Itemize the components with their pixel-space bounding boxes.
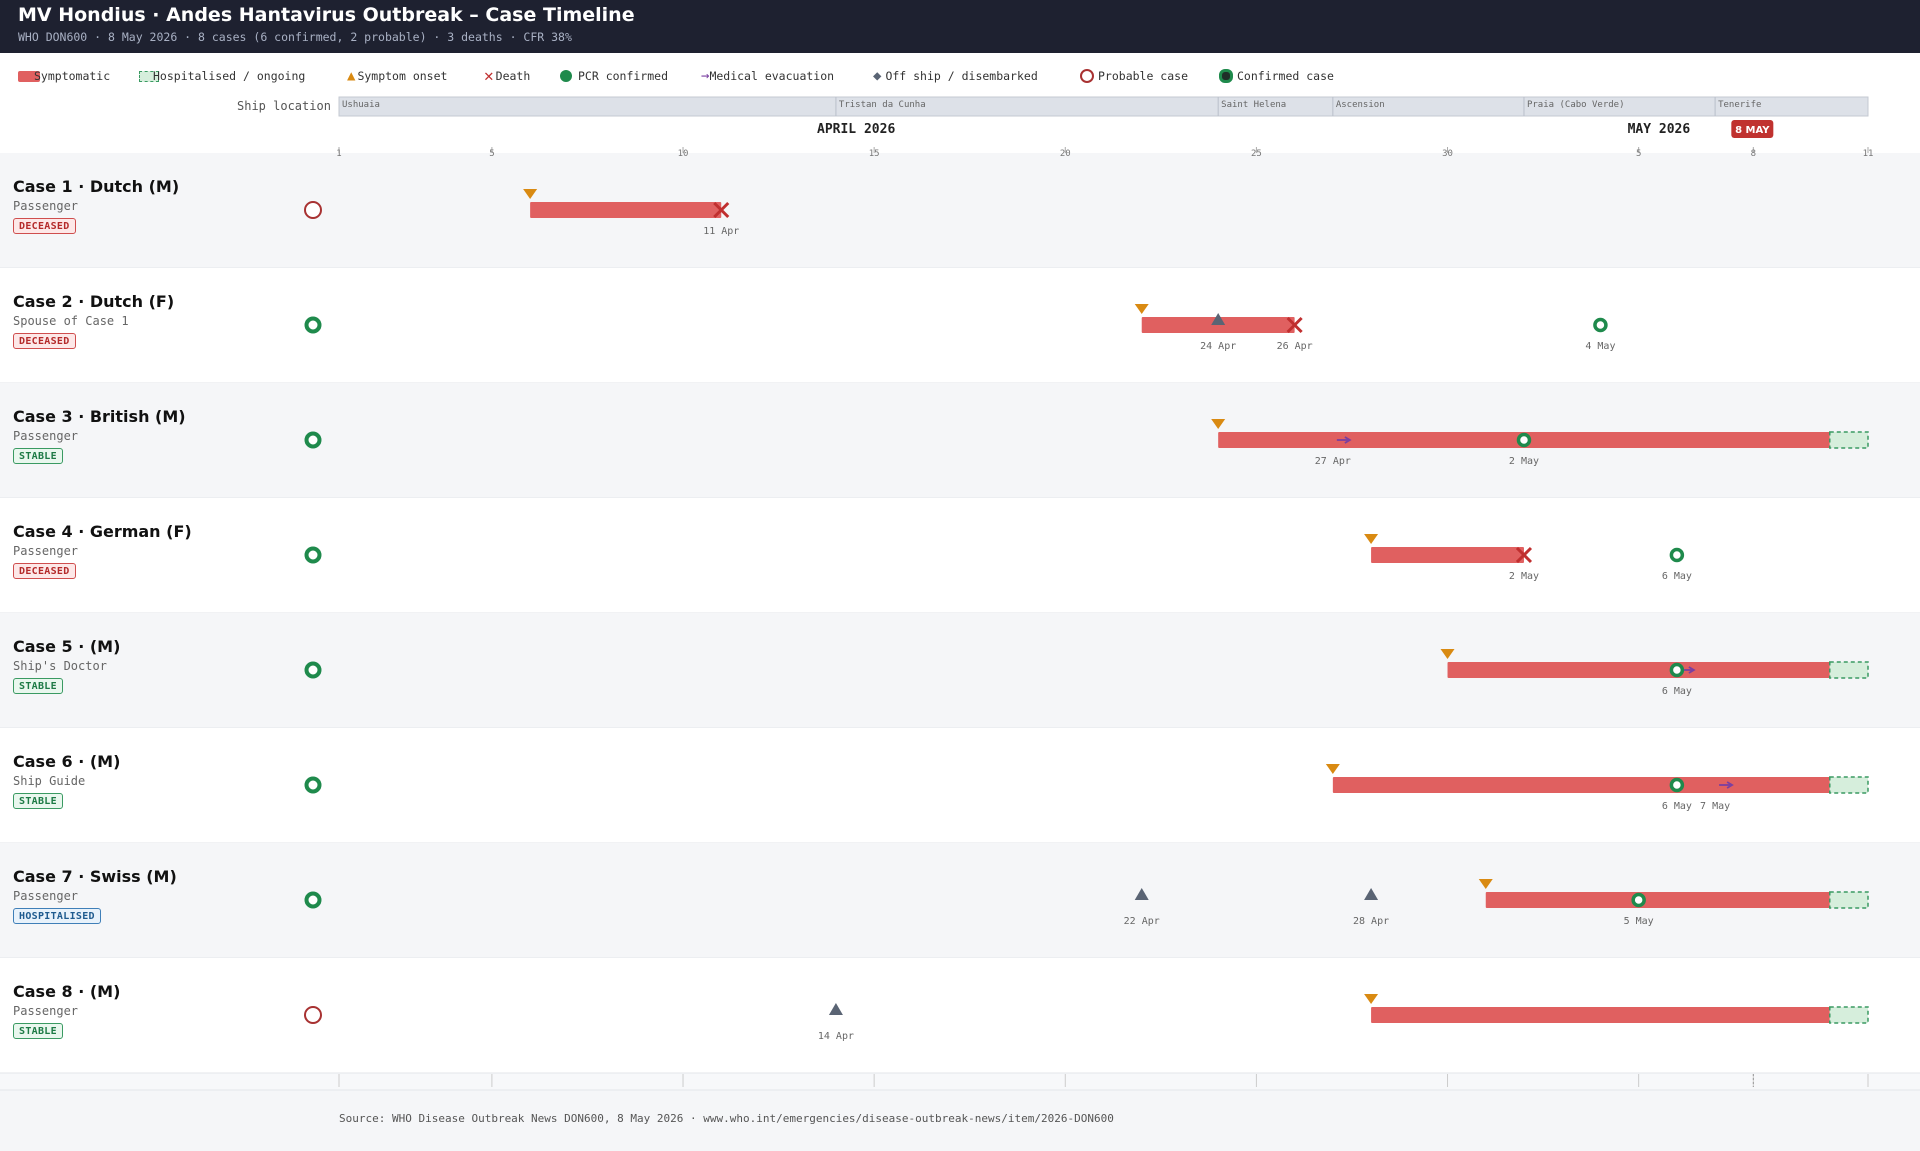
status-badge: STABLE: [13, 448, 63, 464]
status-badge: DECEASED: [13, 333, 76, 349]
status-badge: DECEASED: [13, 218, 76, 234]
pcr-marker: [1631, 892, 1646, 908]
case-role: Spouse of Case 1: [13, 314, 129, 328]
row-background: [0, 153, 1920, 268]
case-title: Case 4 · German (F): [13, 522, 192, 541]
symptomatic-bar: [1485, 892, 1830, 908]
ongoing-bar: [1829, 661, 1869, 679]
symptomatic-bar: [530, 202, 722, 218]
ship-location-band: [338, 96, 1869, 117]
probable-case-marker: [304, 201, 322, 219]
ongoing-bar: [1829, 776, 1869, 794]
case-title: Case 8 · (M): [13, 982, 121, 1001]
source-note: Source: WHO Disease Outbreak News DON600…: [339, 1112, 1114, 1125]
tick-label: 5: [489, 149, 494, 159]
event-date-label: 2 May: [1509, 456, 1539, 467]
tick-label: 30: [1442, 149, 1453, 159]
month-label: MAY 2026: [1628, 122, 1691, 137]
pcr-marker: [1516, 432, 1532, 448]
event-date-label: 11 Apr: [703, 226, 739, 237]
case-title: Case 7 · Swiss (M): [13, 867, 177, 886]
event-date-label: 14 Apr: [818, 1031, 854, 1042]
tick-label: 1: [336, 149, 341, 159]
event-date-label: 26 Apr: [1277, 341, 1313, 352]
month-label: APRIL 2026: [817, 122, 895, 137]
pcr-marker: [1669, 547, 1685, 563]
status-badge: STABLE: [13, 1023, 63, 1039]
ongoing-bar: [1829, 891, 1869, 909]
case-role: Passenger: [13, 889, 79, 903]
case-role: Passenger: [13, 199, 79, 213]
pcr-marker: [1593, 317, 1608, 333]
case-title: Case 2 · Dutch (F): [13, 292, 175, 311]
ship-location-name: Praia (Cabo Verde): [1527, 100, 1625, 110]
case-role: Passenger: [13, 1004, 79, 1018]
case-role: Passenger: [13, 429, 79, 443]
ship-location-name: Saint Helena: [1221, 100, 1286, 110]
pcr-marker: [1669, 662, 1685, 678]
ship-location-name: Tristan da Cunha: [839, 100, 926, 110]
probable-case-marker: [304, 1006, 322, 1024]
case-role: Ship's Doctor: [13, 659, 107, 673]
confirmed-case-marker: [304, 661, 322, 679]
case-title: Case 5 · (M): [13, 637, 121, 656]
event-date-label: 27 Apr: [1315, 456, 1351, 467]
tick-label: 20: [1060, 149, 1071, 159]
case-role: Passenger: [13, 544, 79, 558]
confirmed-case-marker: [304, 316, 322, 334]
tick-label: 15: [869, 149, 880, 159]
case-title: Case 1 · Dutch (M): [13, 177, 180, 196]
event-date-label: 5 May: [1624, 916, 1654, 927]
case-title: Case 3 · British (M): [13, 407, 186, 426]
symptomatic-bar: [1371, 547, 1524, 563]
confirmed-case-marker: [304, 546, 322, 564]
event-date-label: 4 May: [1585, 341, 1615, 352]
ship-location-name: Tenerife: [1718, 100, 1761, 110]
ship-location-name: Ascension: [1336, 100, 1385, 110]
confirmed-case-marker: [304, 431, 322, 449]
event-date-label: 24 Apr: [1200, 341, 1236, 352]
status-badge: HOSPITALISED: [13, 908, 101, 924]
ongoing-bar: [1829, 431, 1869, 449]
symptomatic-bar: [1371, 1007, 1830, 1023]
today-label: 8 MAY: [1735, 125, 1770, 136]
event-date-label: 6 May: [1662, 686, 1692, 697]
status-badge: DECEASED: [13, 563, 76, 579]
status-badge: STABLE: [13, 793, 63, 809]
event-date-label: 7 May: [1700, 801, 1730, 812]
symptomatic-bar: [1332, 777, 1830, 793]
pcr-marker: [1669, 777, 1685, 793]
ship-location-name: Ushuaia: [342, 100, 380, 110]
event-date-label: 22 Apr: [1124, 916, 1160, 927]
ongoing-bar: [1829, 1006, 1869, 1024]
confirmed-case-marker: [304, 891, 322, 909]
event-date-label: 2 May: [1509, 571, 1539, 582]
row-background: [0, 268, 1920, 383]
status-badge: STABLE: [13, 678, 63, 694]
event-date-label: 6 May: [1662, 571, 1692, 582]
symptomatic-bar: [1447, 662, 1830, 678]
event-date-label: 6 May: [1662, 801, 1692, 812]
tick-label: 8: [1751, 149, 1756, 159]
tick-label: 11: [1863, 149, 1874, 159]
timeline-chart: 1 5 10 15 20 25 30 5 8 11Ushuaia Tristan da Cunha S…: [0, 96, 1920, 1151]
tick-label: 5: [1636, 149, 1641, 159]
row-background: [0, 498, 1920, 613]
tick-label: 25: [1251, 149, 1262, 159]
case-title: Case 6 · (M): [13, 752, 121, 771]
event-date-label: 28 Apr: [1353, 916, 1389, 927]
tick-label: 10: [678, 149, 689, 159]
confirmed-case-marker: [304, 776, 322, 794]
case-role: Ship Guide: [13, 774, 86, 788]
